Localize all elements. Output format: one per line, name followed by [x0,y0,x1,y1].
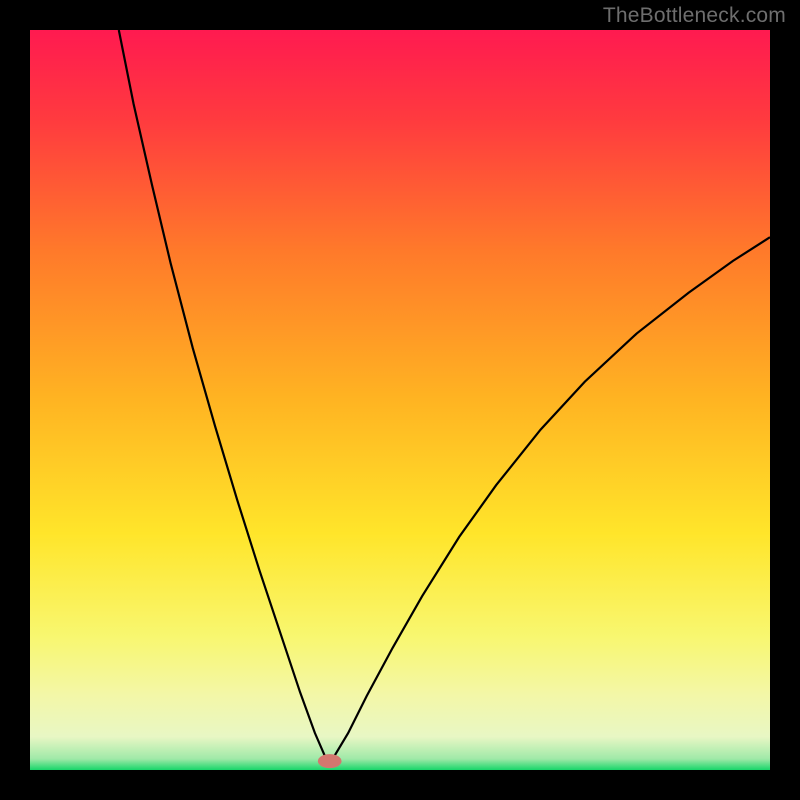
chart-frame: TheBottleneck.com [0,0,800,800]
chart-plot-area [30,30,770,770]
optimal-point-marker [318,754,342,768]
watermark-label: TheBottleneck.com [603,4,786,28]
